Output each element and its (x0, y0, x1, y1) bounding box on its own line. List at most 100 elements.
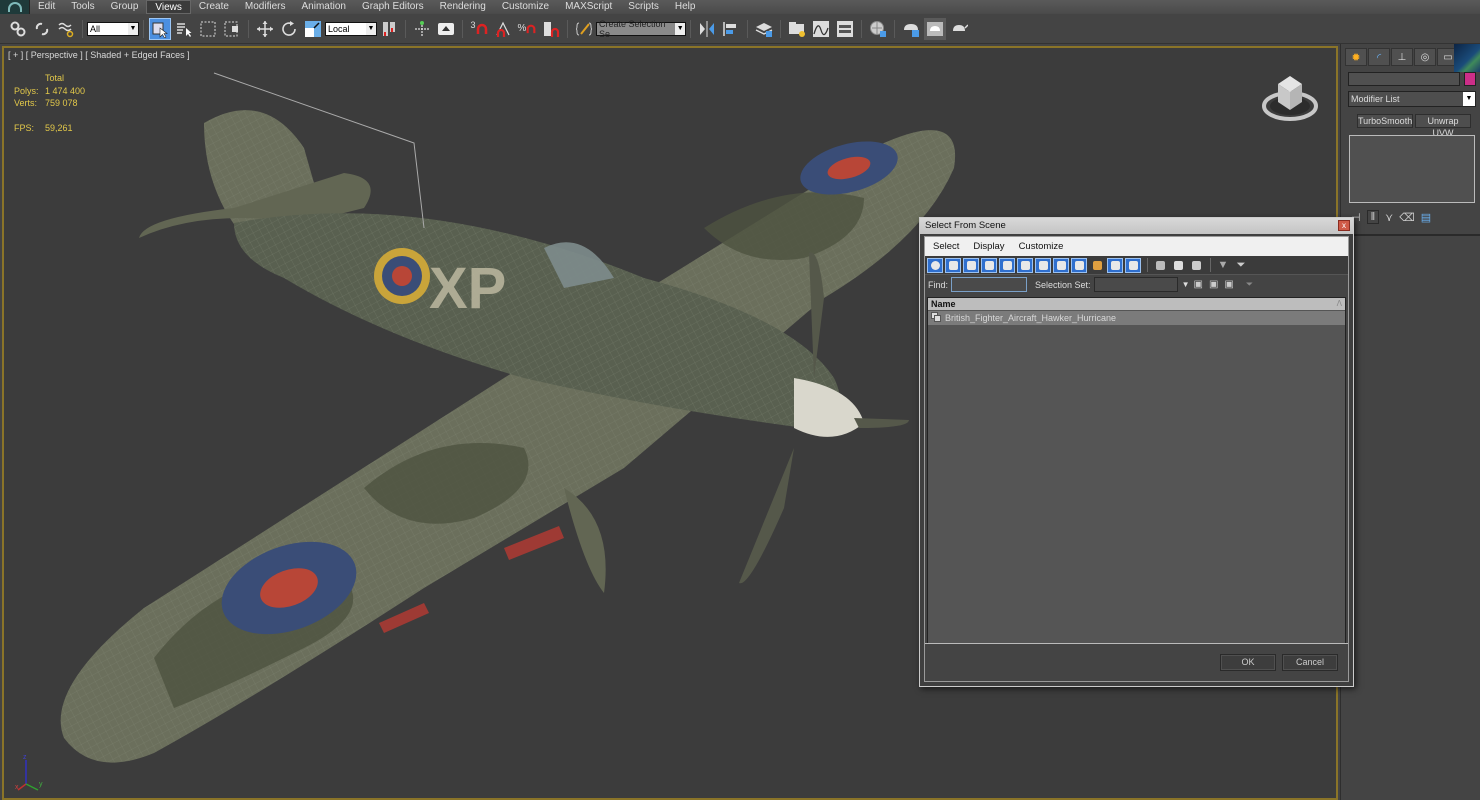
unwrap-uvw-button[interactable]: Unwrap UVW (1415, 114, 1471, 138)
select-object-button[interactable] (149, 17, 171, 40)
turbosmooth-button[interactable]: TurboSmooth (1357, 114, 1413, 128)
rendered-frame-window-button[interactable] (924, 17, 946, 40)
menu-edit[interactable]: Edit (30, 0, 63, 14)
make-unique-icon[interactable]: ⋎ (1385, 211, 1393, 224)
viewcube[interactable] (1260, 70, 1320, 125)
filter-space-warps-button[interactable] (1017, 257, 1033, 273)
filter-frozen-button[interactable] (1107, 257, 1123, 273)
remove-modifier-icon[interactable]: ⌫ (1399, 211, 1415, 224)
align-button[interactable] (720, 18, 742, 40)
show-end-result-icon[interactable]: ‖ (1366, 210, 1380, 224)
select-by-name-button[interactable] (173, 18, 195, 40)
mirror-button[interactable] (696, 18, 718, 40)
column-header-name[interactable]: Name Λ (928, 298, 1345, 310)
dialog-menu-display[interactable]: Display (973, 241, 1004, 252)
menu-create[interactable]: Create (191, 0, 237, 14)
reference-coord-dropdown[interactable]: Local ▼ (325, 21, 377, 36)
scene-object-list[interactable]: Name Λ British_Fighter_Aircraft_Hawker_H… (927, 297, 1346, 647)
edit-selection-set-icon[interactable]: ▣ (1224, 279, 1233, 290)
curve-editor-button[interactable] (810, 18, 832, 40)
keyboard-shortcut-override-button[interactable] (435, 18, 457, 40)
angle-snap-button[interactable] (492, 18, 514, 40)
chevron-down-icon[interactable]: ▼ (1182, 280, 1190, 289)
filter-xrefs-button[interactable] (1053, 257, 1069, 273)
schematic-view-button[interactable] (834, 18, 856, 40)
menu-modifiers[interactable]: Modifiers (237, 0, 294, 14)
filter-shapes-button[interactable] (945, 257, 961, 273)
spinner-snap-button[interactable] (540, 18, 562, 40)
render-setup-button[interactable] (900, 18, 922, 40)
modifier-list-dropdown[interactable]: Modifier List ▼ (1348, 91, 1476, 107)
modifier-stack[interactable] (1349, 135, 1475, 203)
app-logo-button[interactable] (0, 0, 30, 14)
filter-button[interactable]: ▼ (1215, 258, 1231, 273)
material-editor-button[interactable] (867, 18, 889, 40)
tab-hierarchy[interactable]: ⊥ (1391, 48, 1413, 66)
remove-selection-set-icon[interactable]: ▣ (1209, 279, 1218, 290)
filter-bones-button[interactable] (1071, 257, 1087, 273)
configure-modifier-sets-icon[interactable]: ▤ (1421, 211, 1431, 224)
display-none-button[interactable] (1170, 258, 1186, 273)
menu-help[interactable]: Help (667, 0, 704, 14)
tab-modify[interactable]: ◜ (1368, 48, 1390, 66)
filter-helpers-button[interactable] (999, 257, 1015, 273)
display-invert-button[interactable] (1188, 258, 1204, 273)
menu-graph-editors[interactable]: Graph Editors (354, 0, 432, 14)
dialog-menu-customize[interactable]: Customize (1019, 241, 1064, 252)
named-selection-dropdown[interactable]: Create Selection Se ▼ (596, 19, 686, 39)
menu-animation[interactable]: Animation (293, 0, 353, 14)
selection-filter-dropdown[interactable]: All ▼ (87, 21, 139, 36)
edit-named-selection-button[interactable] (573, 18, 595, 40)
display-all-button[interactable] (1152, 258, 1168, 273)
rotate-button[interactable] (278, 18, 300, 40)
window-crossing-button[interactable] (221, 18, 243, 40)
filter-containers-button[interactable] (1089, 258, 1105, 273)
dialog-menu-select[interactable]: Select (933, 241, 959, 252)
list-item[interactable]: British_Fighter_Aircraft_Hawker_Hurrican… (928, 311, 1345, 325)
fuselage-code-letters: XP (429, 256, 506, 321)
selection-set-dropdown[interactable] (1093, 277, 1178, 292)
percent-snap-button[interactable]: % (516, 18, 538, 40)
cancel-button[interactable]: Cancel (1282, 654, 1338, 671)
rectangular-selection-button[interactable] (197, 18, 219, 40)
dialog-title-bar[interactable]: Select From Scene x (920, 218, 1353, 234)
scale-button[interactable] (302, 18, 324, 40)
find-input[interactable] (951, 277, 1028, 292)
chevron-down-icon: ▼ (128, 22, 138, 35)
menu-tools[interactable]: Tools (63, 0, 102, 14)
close-button[interactable]: x (1338, 220, 1350, 231)
pivot-center-button[interactable] (378, 18, 400, 40)
filter-groups-button[interactable] (1035, 257, 1051, 273)
filter-lights-button[interactable] (963, 257, 979, 273)
object-color-swatch[interactable] (1464, 72, 1476, 86)
filter-geometry-button[interactable] (927, 257, 943, 273)
move-button[interactable] (254, 18, 276, 40)
filter-hidden-button[interactable] (1125, 257, 1141, 273)
scene-explorer-button[interactable] (786, 18, 808, 40)
filter-options-button[interactable]: ⏷ (1233, 258, 1249, 273)
link-button[interactable] (7, 18, 29, 40)
add-selection-set-icon[interactable]: ▣ (1193, 279, 1202, 290)
select-manipulate-button[interactable] (411, 18, 433, 40)
layer-manager-button[interactable] (753, 18, 775, 40)
render-production-button[interactable] (948, 18, 970, 40)
menu-rendering[interactable]: Rendering (432, 0, 494, 14)
ok-button[interactable]: OK (1220, 654, 1276, 671)
unlink-button[interactable] (31, 18, 53, 40)
object-name-field[interactable] (1348, 72, 1460, 86)
menu-customize[interactable]: Customize (494, 0, 557, 14)
space-warp-icon (58, 22, 74, 37)
bind-space-warp-button[interactable] (55, 18, 77, 40)
snaps-toggle-button[interactable]: 3 (468, 18, 490, 40)
filter-cameras-button[interactable] (981, 257, 997, 273)
tab-motion[interactable]: ◎ (1414, 48, 1436, 66)
menu-group[interactable]: Group (103, 0, 147, 14)
tab-create[interactable]: ✹ (1345, 48, 1367, 66)
menu-scripts[interactable]: Scripts (620, 0, 667, 14)
viewport-label[interactable]: [ + ] [ Perspective ] [ Shaded + Edged F… (8, 50, 190, 60)
menu-views[interactable]: Views (146, 0, 191, 14)
modifier-list-label: Modifier List (1351, 94, 1400, 104)
menu-maxscript[interactable]: MAXScript (557, 0, 620, 14)
find-options-icon[interactable]: ⏷ (1246, 279, 1253, 290)
dialog-body: Select Display Customize ▼ ⏷ Find: Selec… (924, 236, 1349, 682)
